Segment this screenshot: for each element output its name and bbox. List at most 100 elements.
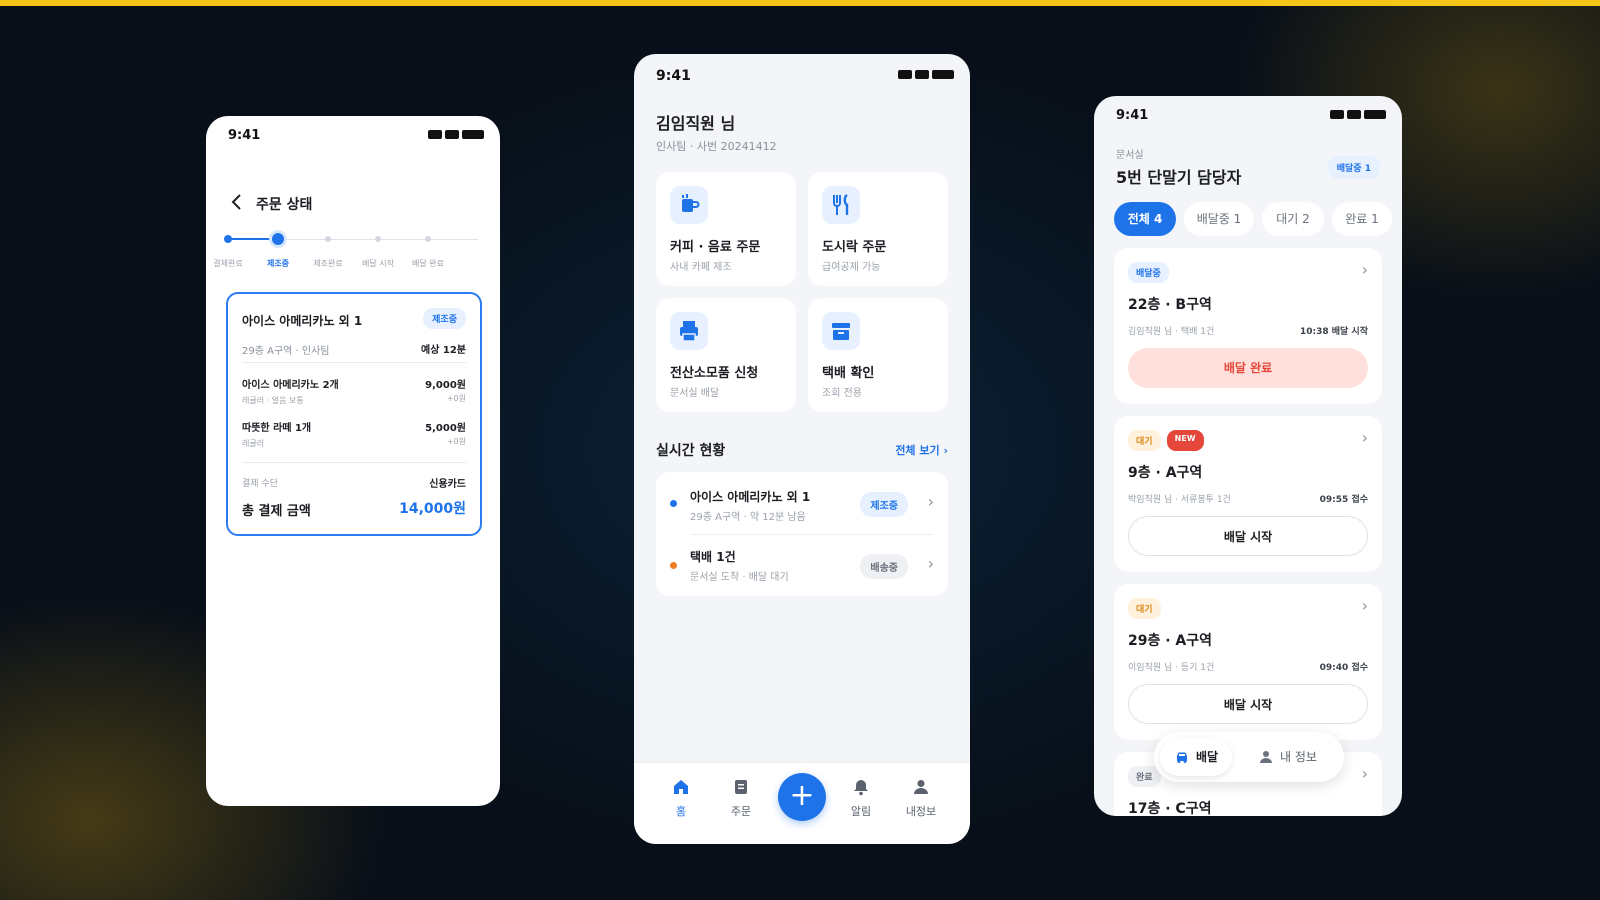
top-accent-bar [0,0,1600,6]
tab-alerts[interactable]: 알림 [836,777,886,819]
user-greeting: 김임직원 님 [656,114,736,133]
bell-icon [854,780,868,796]
list-item[interactable]: 택배 1건 문서실 도착 · 배달 대기 배송중 › [656,534,948,596]
tab-label: 홈 [675,805,687,818]
live-status-list: 아이스 아메리카노 외 1 29층 A구역 · 약 12분 남음 제조중 › 택… [656,472,948,596]
item-price: 9,000원 [425,380,466,391]
step-dot [224,235,232,243]
delivery-info: 이임직원 님 · 등기 1건 [1128,663,1215,673]
item-extra: +0원 [446,394,466,403]
person-icon [914,780,928,794]
order-eta: 예상 12분 [421,345,466,356]
service-title: 택배 확인 [822,366,875,381]
chevron-right-icon: › [1361,260,1368,279]
chevron-right-icon: › [927,554,934,573]
service-card-lunchbox[interactable]: 도시락 주문 급여공제 가능 [808,172,948,286]
service-subtitle: 사내 카페 제조 [670,262,732,273]
car-icon [1177,752,1187,763]
status-badge: 대기 [1128,430,1161,451]
chevron-right-icon: › [1361,596,1368,615]
delivery-time: 09:40 접수 [1319,663,1368,673]
step-dot [425,236,431,242]
nav-delivery[interactable]: 배달 [1160,738,1233,776]
item-extra: +0원 [446,437,466,446]
complete-delivery-button[interactable]: 배달 완료 [1128,348,1368,388]
battery-icon [428,130,484,139]
service-title: 도시락 주문 [822,240,887,255]
service-card-supplies[interactable]: 전산소모품 신청 문서실 배달 [656,298,796,412]
start-delivery-button[interactable]: 배달 시작 [1128,516,1368,556]
nav-label: 내 정보 [1280,750,1317,764]
step-label: 결제완료 [213,259,243,268]
filter-done[interactable]: 완료 1 [1332,202,1392,236]
tab-label: 내정보 [905,805,937,818]
tab-label: 알림 [850,805,872,818]
printer-icon [670,312,708,350]
service-title: 전산소모품 신청 [670,366,759,381]
payment-value: 신용카드 [429,479,466,490]
delivery-location: 9층 · A구역 [1128,465,1203,481]
status-time: 9:41 [1116,108,1149,123]
battery-icon [898,70,954,79]
status-dot [670,500,677,507]
delivery-card[interactable]: 대기 › 29층 · A구역 이임직원 님 · 등기 1건 09:40 접수 배… [1114,584,1382,740]
order-item: 아이스 아메리카노 2개 레귤러 · 얼음 보통 9,000원 +0원 [242,376,466,406]
list-item-title: 아이스 아메리카노 외 1 [690,490,811,504]
chevron-right-icon: › [1361,764,1368,783]
status-bar: 9:41 [1094,96,1402,136]
view-all-link[interactable]: 전체 보기 › [895,442,948,458]
step-dot [325,236,331,242]
status-bar: 9:41 [634,54,970,94]
person-icon [1260,751,1272,763]
section-title: 실시간 현황 [656,443,726,459]
order-title: 아이스 아메리카노 외 1 [242,314,363,328]
service-card-parcel[interactable]: 택배 확인 조회 전용 [808,298,948,412]
nav-my-info[interactable]: 내 정보 [1244,738,1331,776]
stepper-progress [228,238,278,240]
battery-icon [1330,110,1386,119]
step-dot [375,236,381,242]
service-card-coffee[interactable]: 커피 · 음료 주문 사내 카페 제조 [656,172,796,286]
delivery-card[interactable]: 배달중 › 22층 · B구역 김임직원 님 · 택배 1건 10:38 배달 … [1114,248,1382,404]
item-options: 레귤러 [242,439,265,448]
nav-label: 배달 [1196,750,1219,764]
box-icon [822,312,860,350]
service-subtitle: 조회 전용 [822,388,862,399]
list-item[interactable]: 아이스 아메리카노 외 1 29층 A구역 · 약 12분 남음 제조중 › [656,472,948,534]
payment-label: 결제 수단 [242,479,278,489]
delivery-card[interactable]: 대기 NEW › 9층 · A구역 박임직원 님 · 서류봉투 1건 09:55… [1114,416,1382,572]
item-options: 레귤러 · 얼음 보통 [242,396,304,405]
filter-all[interactable]: 전체 4 [1114,202,1176,236]
add-button[interactable]: + [778,773,826,821]
home-icon [674,780,688,794]
status-bar: 9:41 [206,116,500,156]
status-badge: 완료 [1128,766,1161,787]
back-icon[interactable] [230,192,244,212]
delivery-location: 22층 · B구역 [1128,297,1212,313]
start-delivery-button[interactable]: 배달 시작 [1128,684,1368,724]
list-item-subtitle: 29층 A구역 · 약 12분 남음 [690,512,806,523]
floating-nav: 배달 내 정보 [1154,732,1344,782]
total-label: 총 결제 금액 [242,504,311,519]
tab-orders[interactable]: 주문 [716,777,766,819]
delivery-time: 10:38 배달 시작 [1299,327,1368,337]
status-badge: 배달중 1 [1327,156,1380,179]
tab-profile[interactable]: 내정보 [896,777,946,819]
divider [242,462,466,463]
delivery-info: 박임직원 님 · 서류봉투 1건 [1128,495,1231,505]
document-icon [735,780,747,794]
step-dot-current [272,233,284,245]
status-badge: 대기 [1128,598,1161,619]
divider [242,362,466,363]
status-badge: 제조중 [423,308,466,329]
order-location: 29층 A구역 · 인사팀 [242,346,330,357]
chevron-right-icon: › [927,492,934,511]
tab-home[interactable]: 홈 [656,777,706,819]
filter-waiting[interactable]: 대기 2 [1262,202,1324,236]
delivery-location: 17층 · C구역 [1128,801,1212,816]
step-label: 배달 완료 [412,259,444,268]
list-item-subtitle: 문서실 도착 · 배달 대기 [690,572,789,583]
user-subtitle: 인사팀 · 사번 20241412 [656,140,777,153]
filter-delivering[interactable]: 배달중 1 [1184,202,1254,236]
list-item-title: 택배 1건 [690,550,736,564]
